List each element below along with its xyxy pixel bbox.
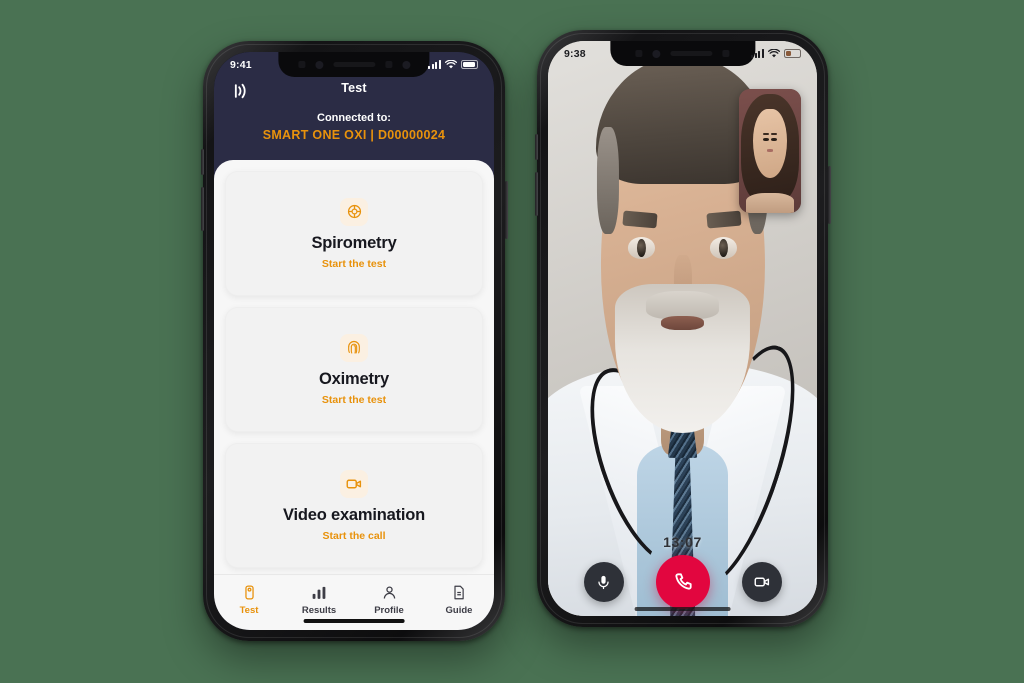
status-time: 9:41: [230, 58, 252, 71]
test-card-list: Spirometry Start the test Oximetry Start…: [225, 170, 483, 568]
tab-label: Results: [301, 604, 337, 616]
volume-up-button[interactable]: [200, 149, 204, 175]
status-time: 9:38: [564, 47, 586, 60]
person-icon: [383, 585, 395, 599]
spirometry-target-icon: [340, 197, 368, 226]
power-button[interactable]: [827, 166, 831, 224]
end-call-button[interactable]: [655, 555, 710, 609]
video-call-app: 9:38 13:07: [548, 41, 817, 616]
tab-results[interactable]: Results: [284, 584, 354, 616]
call-controls: [548, 555, 817, 609]
battery-icon: [784, 49, 801, 58]
wifi-icon: [445, 60, 457, 69]
wifi-icon: [768, 49, 780, 58]
home-indicator[interactable]: [634, 607, 731, 611]
connected-label: Connected to:: [317, 112, 391, 124]
volume-up-button[interactable]: [534, 134, 538, 160]
tab-profile[interactable]: Profile: [354, 584, 424, 616]
left-phone-screen: 9:41 Test Connected to: SMART ONE OXI | …: [214, 52, 494, 630]
app-content: Spirometry Start the test Oximetry Start…: [214, 160, 494, 630]
oximetry-fingerprint-icon: [340, 333, 368, 362]
toggle-camera-button[interactable]: [741, 562, 782, 602]
tab-label: Test: [239, 604, 259, 616]
mute-button[interactable]: [583, 562, 624, 602]
card-video-examination[interactable]: Video examination Start the call: [225, 443, 483, 568]
card-title: Spirometry: [311, 233, 397, 252]
status-bar: 9:38: [548, 41, 817, 66]
connected-device-name: SMART ONE OXI | D00000024: [262, 128, 446, 142]
document-icon: [454, 585, 464, 599]
card-spirometry[interactable]: Spirometry Start the test: [225, 171, 483, 296]
self-video-feed[interactable]: [739, 89, 801, 213]
phone-right-device: 9:38 13:07: [534, 30, 831, 627]
volume-down-button[interactable]: [534, 172, 538, 216]
page-title: Test: [341, 81, 367, 95]
spirometry-app: 9:41 Test Connected to: SMART ONE OXI | …: [214, 52, 494, 630]
call-duration: 13:07: [663, 534, 702, 550]
wireless-signal-icon[interactable]: [230, 81, 250, 101]
video-camera-icon: [754, 577, 769, 587]
card-action[interactable]: Start the test: [322, 258, 386, 270]
tab-label: Guide: [445, 604, 473, 616]
card-title: Video examination: [282, 505, 426, 524]
card-oximetry[interactable]: Oximetry Start the test: [225, 307, 483, 432]
right-phone-screen: 9:38 13:07: [548, 41, 817, 616]
card-title: Oximetry: [319, 369, 389, 388]
tab-label: Profile: [374, 604, 404, 616]
phone-hangup-icon: [674, 573, 692, 590]
card-action[interactable]: Start the test: [322, 394, 386, 406]
tab-guide[interactable]: Guide: [424, 584, 494, 616]
phone-left-device: 9:41 Test Connected to: SMART ONE OXI | …: [200, 41, 508, 641]
volume-down-button[interactable]: [200, 187, 204, 231]
power-button[interactable]: [504, 181, 508, 239]
cellular-bars-icon: [751, 49, 764, 58]
bar-chart-icon: [312, 586, 326, 599]
battery-icon: [461, 60, 478, 69]
tab-test[interactable]: Test: [214, 584, 284, 616]
card-action[interactable]: Start the call: [322, 530, 385, 542]
status-bar: 9:41: [214, 52, 494, 77]
microphone-icon: [598, 575, 609, 589]
cellular-bars-icon: [428, 60, 441, 69]
home-indicator[interactable]: [303, 619, 405, 623]
video-camera-icon: [340, 469, 368, 498]
